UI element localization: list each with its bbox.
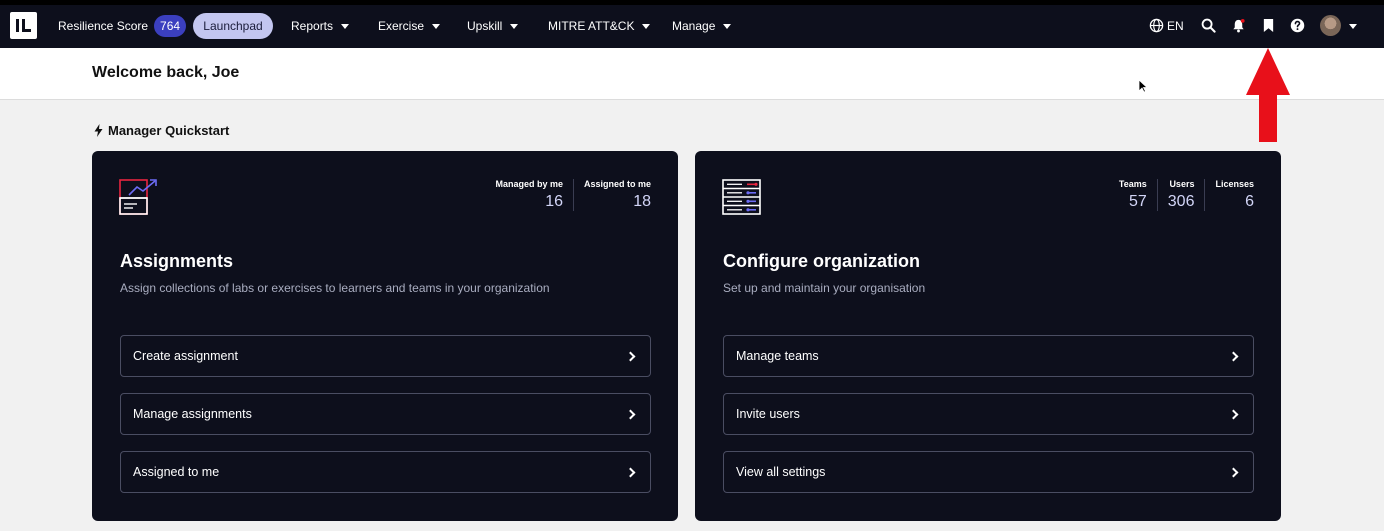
nav-mitre[interactable]: MITRE ATT&CK [548, 13, 651, 39]
card-title: Configure organization [723, 251, 920, 271]
settings-list-icon [722, 179, 761, 215]
score-badge: 764 [154, 15, 187, 37]
card-description: Set up and maintain your organisation [723, 281, 926, 295]
stat-label: Assigned to me [583, 179, 651, 189]
chevron-right-icon [625, 351, 636, 361]
chevron-down-icon [642, 23, 651, 29]
quickstart-heading: Manager Quickstart [94, 123, 229, 138]
action-label: Assigned to me [133, 465, 220, 479]
nav-resilience-score[interactable]: Resilience Score 764 [58, 13, 187, 39]
stat-users: Users 306 [1156, 179, 1205, 211]
stat-value: 16 [545, 193, 563, 210]
stat-licenses: Licenses 6 [1204, 179, 1254, 211]
page-title: Welcome back, Joe [92, 64, 240, 81]
search-icon[interactable] [1201, 18, 1216, 33]
nav-manage-label: Manage [672, 19, 716, 33]
quickstart-title: Manager Quickstart [108, 123, 230, 138]
resilience-label: Resilience Score [58, 19, 149, 33]
action-label: Manage assignments [133, 407, 252, 421]
chevron-right-icon [625, 409, 636, 419]
nav-exercise-label: Exercise [378, 19, 425, 33]
stat-managed-by-me: Managed by me 16 [485, 179, 573, 211]
action-label: Invite users [736, 407, 800, 421]
stat-label: Teams [1118, 179, 1147, 189]
manage-assignments-button[interactable]: Manage assignments [120, 393, 651, 435]
nav-manage[interactable]: Manage [672, 13, 732, 39]
chevron-down-icon[interactable] [1349, 24, 1357, 29]
card-title: Assignments [120, 251, 234, 271]
chevron-right-icon [1228, 467, 1239, 477]
bell-icon[interactable] [1231, 18, 1246, 33]
stat-assigned-to-me: Assigned to me 18 [572, 179, 651, 211]
help-icon[interactable] [1290, 18, 1305, 33]
assigned-to-me-button[interactable]: Assigned to me [120, 451, 651, 493]
chevron-down-icon [341, 23, 350, 29]
stat-value: 18 [633, 193, 651, 210]
red-arrow-icon [1246, 48, 1290, 142]
nav-launchpad[interactable]: Launchpad [193, 13, 273, 39]
chevron-right-icon [1228, 409, 1239, 419]
chevron-right-icon [625, 467, 636, 477]
nav-mitre-label: MITRE ATT&CK [548, 19, 635, 33]
nav-upskill[interactable]: Upskill [467, 13, 519, 39]
view-all-settings-button[interactable]: View all settings [723, 451, 1254, 493]
top-navbar: Resilience Score 764 Launchpad Reports E… [0, 0, 1384, 48]
nav-upskill-label: Upskill [467, 19, 503, 33]
chevron-down-icon [723, 23, 732, 29]
globe-icon [1149, 18, 1164, 33]
nav-reports-label: Reports [291, 19, 334, 33]
card-description: Assign collections of labs or exercises … [120, 281, 550, 295]
stat-value: 306 [1167, 193, 1195, 210]
stat-label: Licenses [1215, 179, 1254, 189]
assignments-card: Managed by me 16 Assigned to me 18 Assig… [92, 151, 678, 521]
bolt-icon [94, 124, 103, 137]
chevron-down-icon [510, 23, 519, 29]
nav-reports[interactable]: Reports [291, 13, 350, 39]
assignment-icon [119, 179, 157, 215]
stat-label: Users [1169, 179, 1195, 189]
organization-card: Teams 57 Users 306 Licenses 6 Configure … [695, 151, 1281, 521]
organization-stats: Teams 57 Users 306 Licenses 6 [1109, 179, 1254, 211]
logo[interactable] [10, 12, 37, 39]
manage-teams-button[interactable]: Manage teams [723, 335, 1254, 377]
stat-value: 57 [1128, 193, 1147, 210]
language-selector[interactable]: EN [1149, 18, 1184, 33]
action-label: Manage teams [736, 349, 819, 363]
chevron-right-icon [1228, 351, 1239, 361]
mouse-cursor-icon [1138, 79, 1148, 93]
chevron-down-icon [432, 23, 441, 29]
language-label: EN [1167, 18, 1184, 33]
stat-label: Managed by me [495, 179, 563, 189]
stat-value: 6 [1245, 193, 1254, 210]
avatar[interactable] [1320, 15, 1341, 36]
invite-users-button[interactable]: Invite users [723, 393, 1254, 435]
nav-exercise[interactable]: Exercise [378, 13, 441, 39]
bookmark-icon[interactable] [1262, 18, 1275, 33]
assignment-stats: Managed by me 16 Assigned to me 18 [485, 179, 651, 211]
stat-teams: Teams 57 [1109, 179, 1157, 211]
page-header: Welcome back, Joe [0, 48, 1384, 100]
create-assignment-button[interactable]: Create assignment [120, 335, 651, 377]
action-label: View all settings [736, 465, 826, 479]
action-label: Create assignment [133, 349, 238, 363]
